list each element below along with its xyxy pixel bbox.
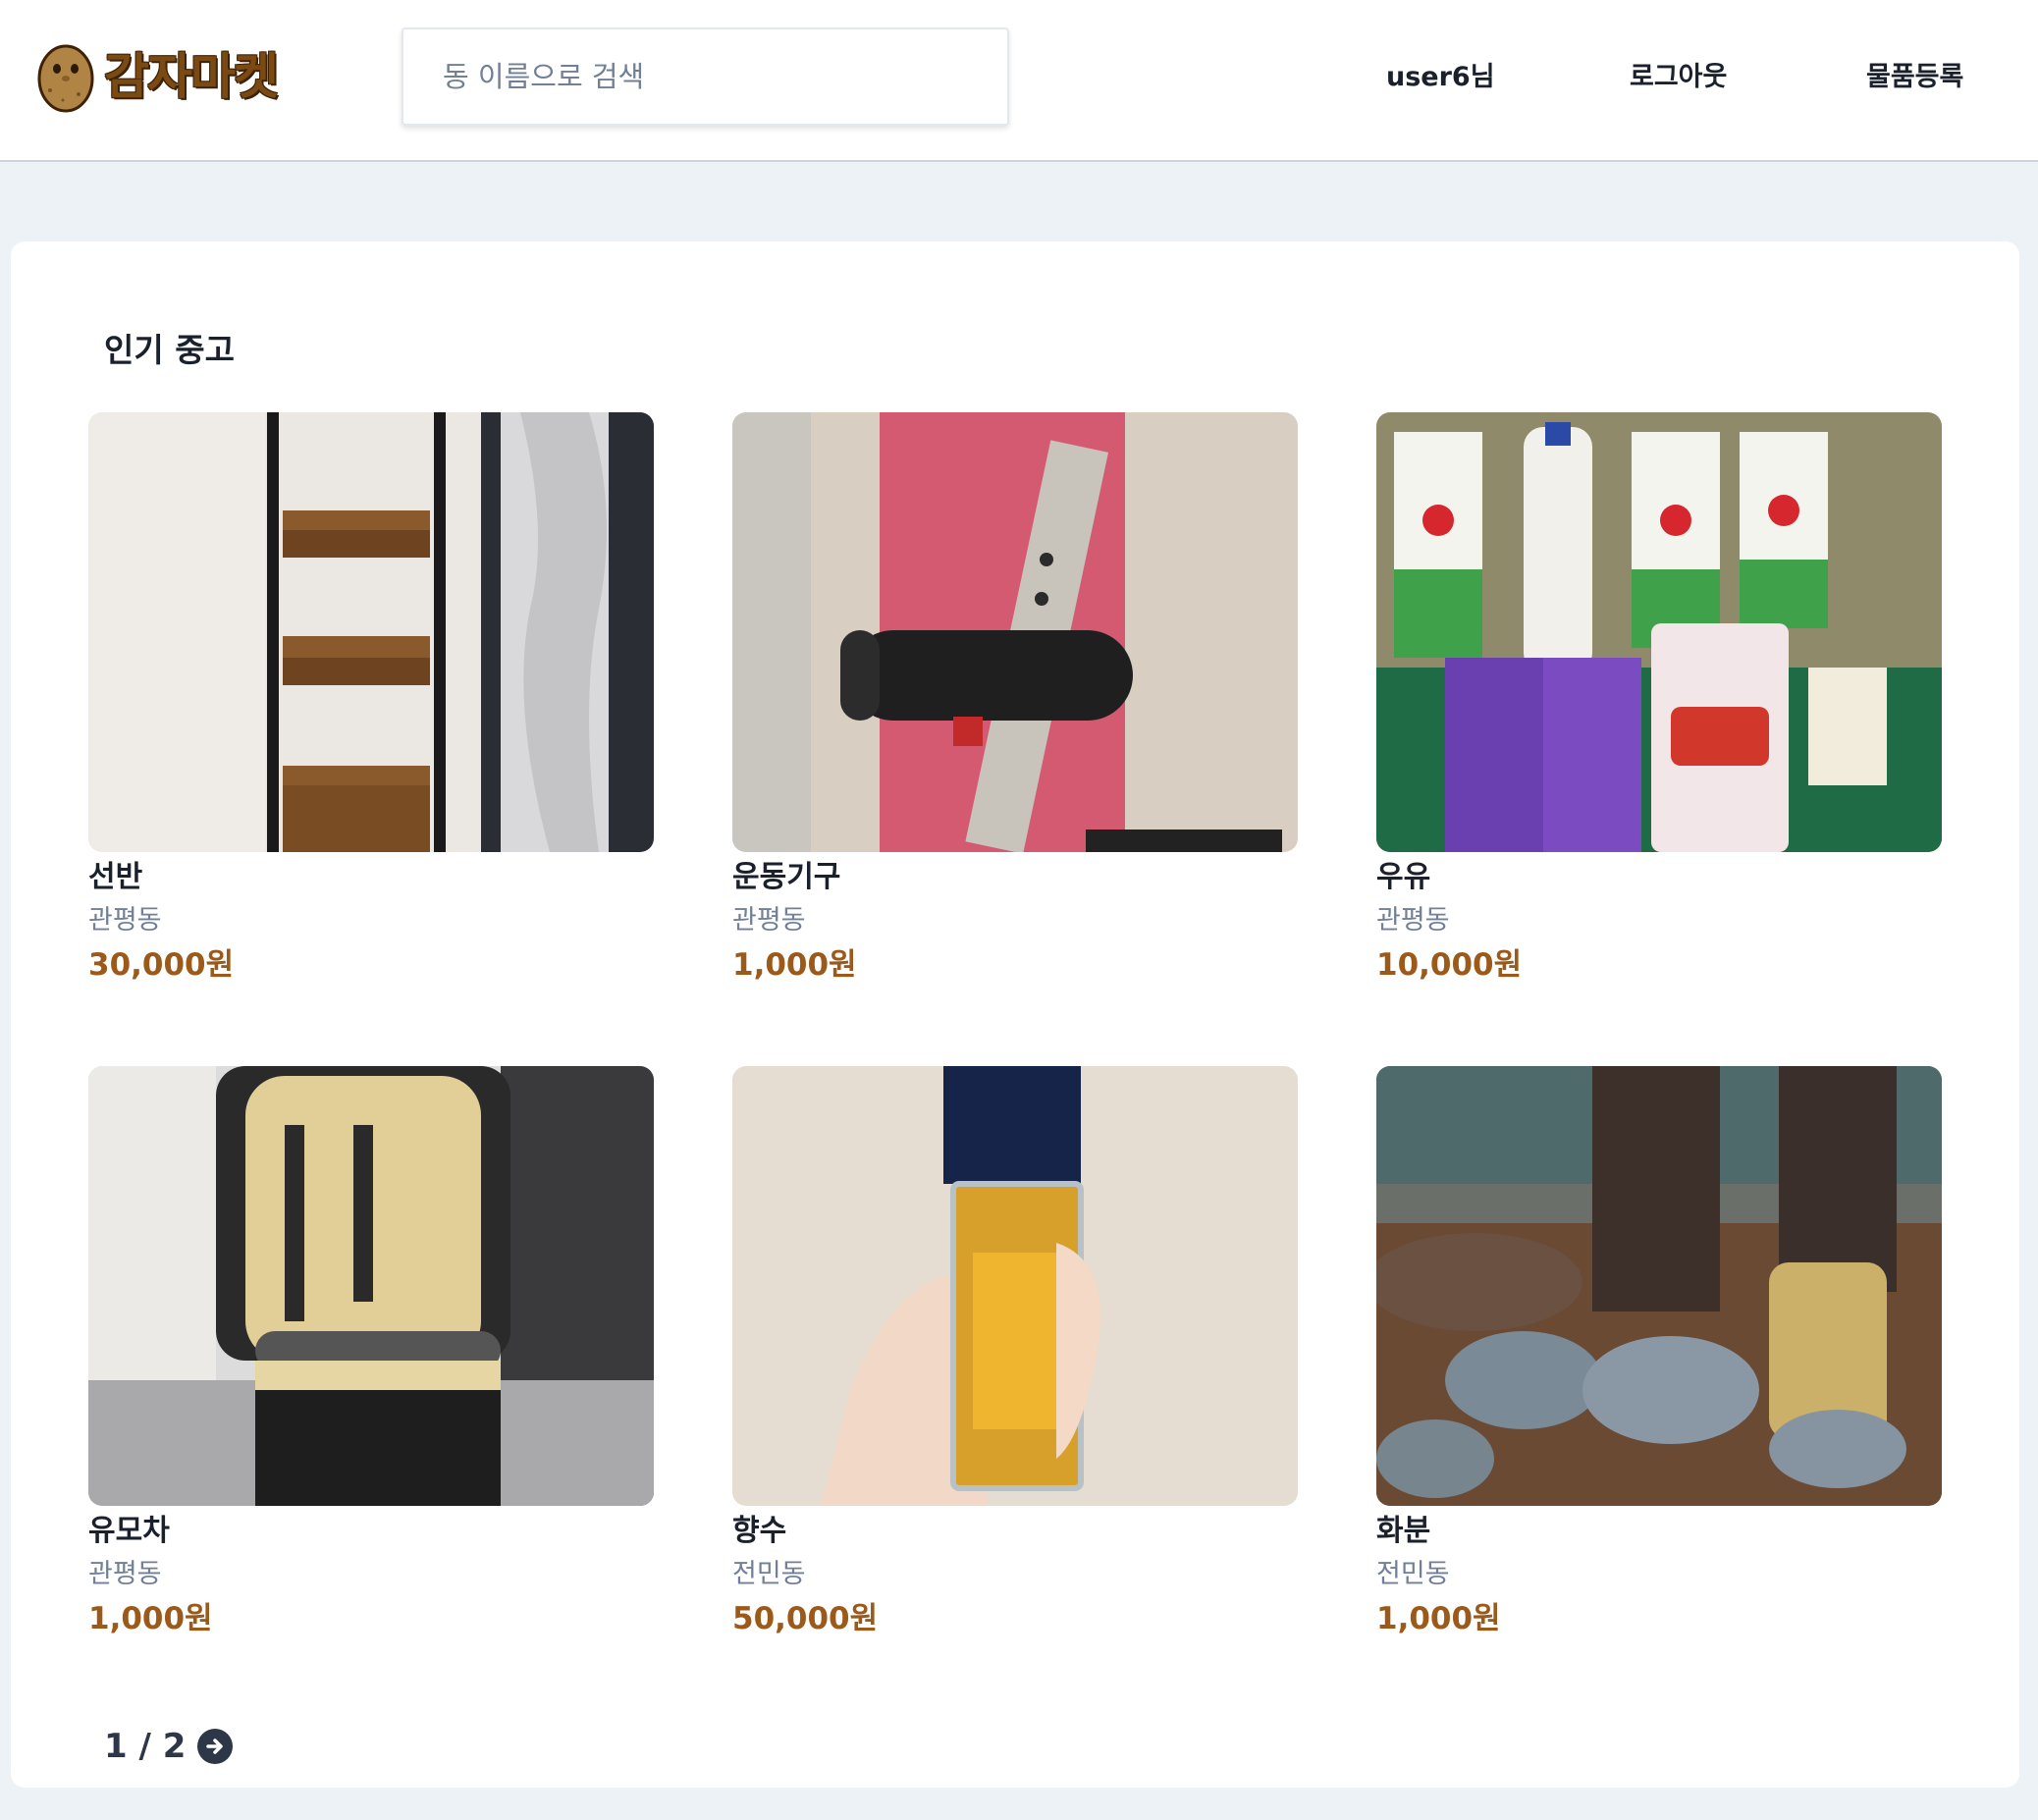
product-location: 관평동	[88, 905, 162, 936]
logo[interactable]: 감자마켓	[35, 37, 279, 116]
milk-photo	[1376, 412, 1942, 852]
register-item-link[interactable]: 물품등록	[1866, 55, 1963, 93]
product-image	[88, 412, 654, 852]
product-title: 운동기구	[732, 860, 841, 894]
product-image	[1376, 412, 1942, 852]
potato-logo-icon	[37, 44, 94, 113]
user-name-link[interactable]: user6님	[1386, 55, 1495, 93]
exercise-equipment-photo	[732, 412, 1298, 852]
product-image	[1376, 1066, 1942, 1506]
product-image	[732, 1066, 1298, 1506]
perfume-photo	[732, 1066, 1298, 1506]
section-title: 인기 중고	[104, 331, 235, 369]
page-indicator: 1 / 2	[104, 1727, 187, 1766]
product-price: 50,000원	[732, 1601, 879, 1636]
product-image	[88, 1066, 654, 1506]
product-card[interactable]: 선반 관평동 30,000원	[88, 412, 654, 988]
pagination: 1 / 2	[104, 1726, 234, 1767]
product-location: 관평동	[88, 1559, 162, 1589]
product-location: 관평동	[732, 905, 806, 936]
product-price: 30,000원	[88, 947, 235, 983]
logout-link[interactable]: 로그아웃	[1630, 55, 1727, 93]
product-price: 1,000원	[88, 1601, 213, 1636]
top-header: 감자마켓 user6님 로그아웃 물품등록	[0, 0, 2038, 162]
product-price: 10,000원	[1376, 947, 1523, 983]
product-card[interactable]: 운동기구 관평동 1,000원	[732, 412, 1298, 988]
product-card[interactable]: 유모차 관평동 1,000원	[88, 1066, 654, 1641]
product-title: 선반	[88, 860, 143, 894]
arrow-right-circle-icon[interactable]	[197, 1729, 234, 1764]
product-image	[732, 412, 1298, 852]
product-location: 전민동	[1376, 1559, 1450, 1589]
product-title: 화분	[1376, 1514, 1431, 1548]
shelf-photo	[88, 412, 654, 852]
product-title: 우유	[1376, 860, 1431, 894]
product-card[interactable]: 향수 전민동 50,000원	[732, 1066, 1298, 1641]
product-price: 1,000원	[1376, 1601, 1501, 1636]
product-title: 향수	[732, 1514, 787, 1548]
product-price: 1,000원	[732, 947, 857, 983]
stroller-photo	[88, 1066, 654, 1506]
product-location: 관평동	[1376, 905, 1450, 936]
logo-text: 감자마켓	[104, 48, 279, 105]
product-title: 유모차	[88, 1514, 170, 1548]
search-input[interactable]	[402, 27, 1009, 126]
product-card[interactable]: 화분 전민동 1,000원	[1376, 1066, 1942, 1641]
flower-pots-photo	[1376, 1066, 1942, 1506]
product-card[interactable]: 우유 관평동 10,000원	[1376, 412, 1942, 988]
product-location: 전민동	[732, 1559, 806, 1589]
